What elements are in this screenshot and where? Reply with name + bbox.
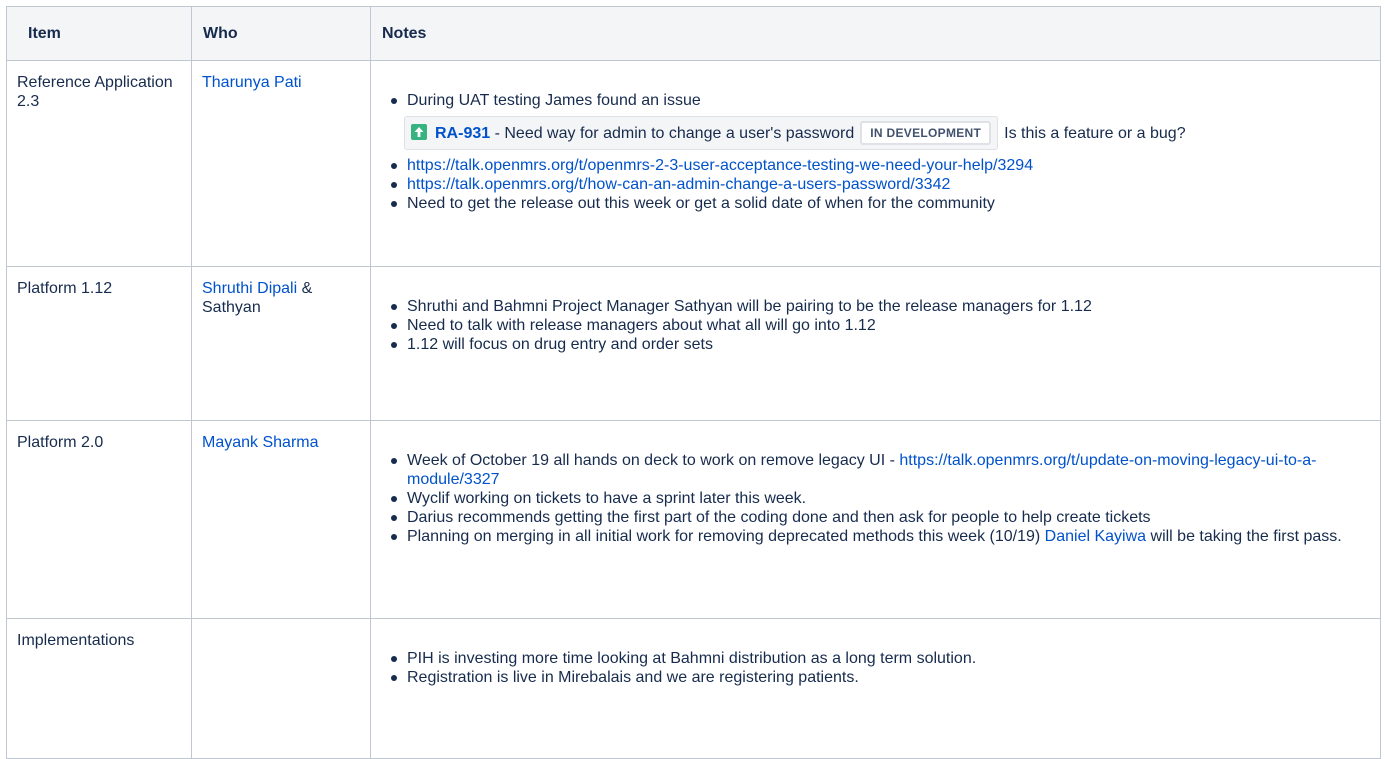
jira-issue-key-link[interactable]: RA-931: [435, 125, 490, 142]
note-text: Week of October 19 all hands on deck to …: [407, 452, 900, 469]
note-text: Is this a feature or a bug?: [1004, 125, 1186, 142]
list-item: Week of October 19 all hands on deck to …: [391, 451, 1370, 489]
notes-table: Item Who Notes Reference Application 2.3…: [6, 6, 1381, 759]
note-text: Shruthi and Bahmni Project Manager Sathy…: [407, 298, 1092, 315]
note-text: Darius recommends getting the first part…: [407, 509, 1151, 526]
list-item: Shruthi and Bahmni Project Manager Sathy…: [391, 297, 1370, 316]
note-text: PIH is investing more time looking at Ba…: [407, 650, 977, 667]
meeting-notes-container: Item Who Notes Reference Application 2.3…: [6, 6, 1381, 759]
list-item: Wyclif working on tickets to have a spri…: [391, 489, 1370, 508]
who-cell: Mayank Sharma: [191, 420, 371, 619]
table-row: Platform 2.0 Mayank Sharma Week of Octob…: [6, 420, 1381, 619]
note-text: Wyclif working on tickets to have a spri…: [407, 490, 807, 507]
header-who[interactable]: Who: [191, 6, 371, 61]
note-text: During UAT testing James found an issue: [407, 92, 701, 109]
item-cell: Reference Application 2.3: [6, 60, 192, 267]
table-row: Implementations PIH is investing more ti…: [6, 618, 1381, 759]
arrow-up-icon: [411, 124, 427, 140]
note-text: Need to talk with release managers about…: [407, 317, 876, 334]
jira-issue-macro[interactable]: RA-931 - Need way for admin to change a …: [404, 116, 999, 150]
notes-cell: Shruthi and Bahmni Project Manager Sathy…: [370, 266, 1381, 421]
header-item[interactable]: Item: [6, 6, 192, 61]
item-cell: Implementations: [6, 618, 192, 759]
note-text: Planning on merging in all initial work …: [407, 528, 1045, 545]
list-item: During UAT testing James found an issue …: [391, 91, 1370, 156]
notes-cell: Week of October 19 all hands on deck to …: [370, 420, 1381, 619]
who-cell: [191, 618, 371, 759]
talk-link-admin-password[interactable]: https://talk.openmrs.org/t/how-can-an-ad…: [407, 176, 950, 193]
notes-list: PIH is investing more time looking at Ba…: [387, 649, 1370, 687]
item-label: Platform 1.12: [17, 280, 113, 297]
list-item: Need to get the release out this week or…: [391, 194, 1370, 213]
notes-list: Week of October 19 all hands on deck to …: [387, 451, 1370, 546]
notes-list: During UAT testing James found an issue …: [387, 91, 1370, 213]
list-item: Darius recommends getting the first part…: [391, 508, 1370, 527]
user-link-tharunya[interactable]: Tharunya Pati: [202, 74, 302, 91]
table-row: Platform 1.12 Shruthi Dipali & Sathyan S…: [6, 266, 1381, 421]
jira-issue-summary: - Need way for admin to change a user's …: [490, 125, 855, 142]
list-item: https://talk.openmrs.org/t/openmrs-2-3-u…: [391, 156, 1370, 175]
item-label: Platform 2.0: [17, 434, 104, 451]
list-item: PIH is investing more time looking at Ba…: [391, 649, 1370, 668]
list-item: Planning on merging in all initial work …: [391, 527, 1370, 546]
list-item: 1.12 will focus on drug entry and order …: [391, 335, 1370, 354]
table-header-row: Item Who Notes: [6, 6, 1381, 61]
list-item: Need to talk with release managers about…: [391, 316, 1370, 335]
notes-cell: During UAT testing James found an issue …: [370, 60, 1381, 267]
table-row: Reference Application 2.3 Tharunya Pati …: [6, 60, 1381, 267]
user-link-daniel[interactable]: Daniel Kayiwa: [1045, 528, 1146, 545]
item-label: Reference Application 2.3: [17, 74, 173, 110]
who-cell: Shruthi Dipali & Sathyan: [191, 266, 371, 421]
note-text: Need to get the release out this week or…: [407, 195, 995, 212]
list-item: Registration is live in Mirebalais and w…: [391, 668, 1370, 687]
who-cell: Tharunya Pati: [191, 60, 371, 267]
list-item: https://talk.openmrs.org/t/how-can-an-ad…: [391, 175, 1370, 194]
item-cell: Platform 2.0: [6, 420, 192, 619]
note-text: 1.12 will focus on drug entry and order …: [407, 336, 713, 353]
notes-cell: PIH is investing more time looking at Ba…: [370, 618, 1381, 759]
talk-link-uat-testing[interactable]: https://talk.openmrs.org/t/openmrs-2-3-u…: [407, 157, 1033, 174]
note-text: Registration is live in Mirebalais and w…: [407, 669, 859, 686]
header-notes[interactable]: Notes: [370, 6, 1381, 61]
item-label: Implementations: [17, 632, 135, 649]
user-link-shruthi[interactable]: Shruthi Dipali: [202, 280, 297, 297]
notes-list: Shruthi and Bahmni Project Manager Sathy…: [387, 297, 1370, 354]
status-badge: IN DEVELOPMENT: [860, 121, 992, 145]
user-link-mayank[interactable]: Mayank Sharma: [202, 434, 319, 451]
note-text: will be taking the first pass.: [1146, 528, 1342, 545]
item-cell: Platform 1.12: [6, 266, 192, 421]
